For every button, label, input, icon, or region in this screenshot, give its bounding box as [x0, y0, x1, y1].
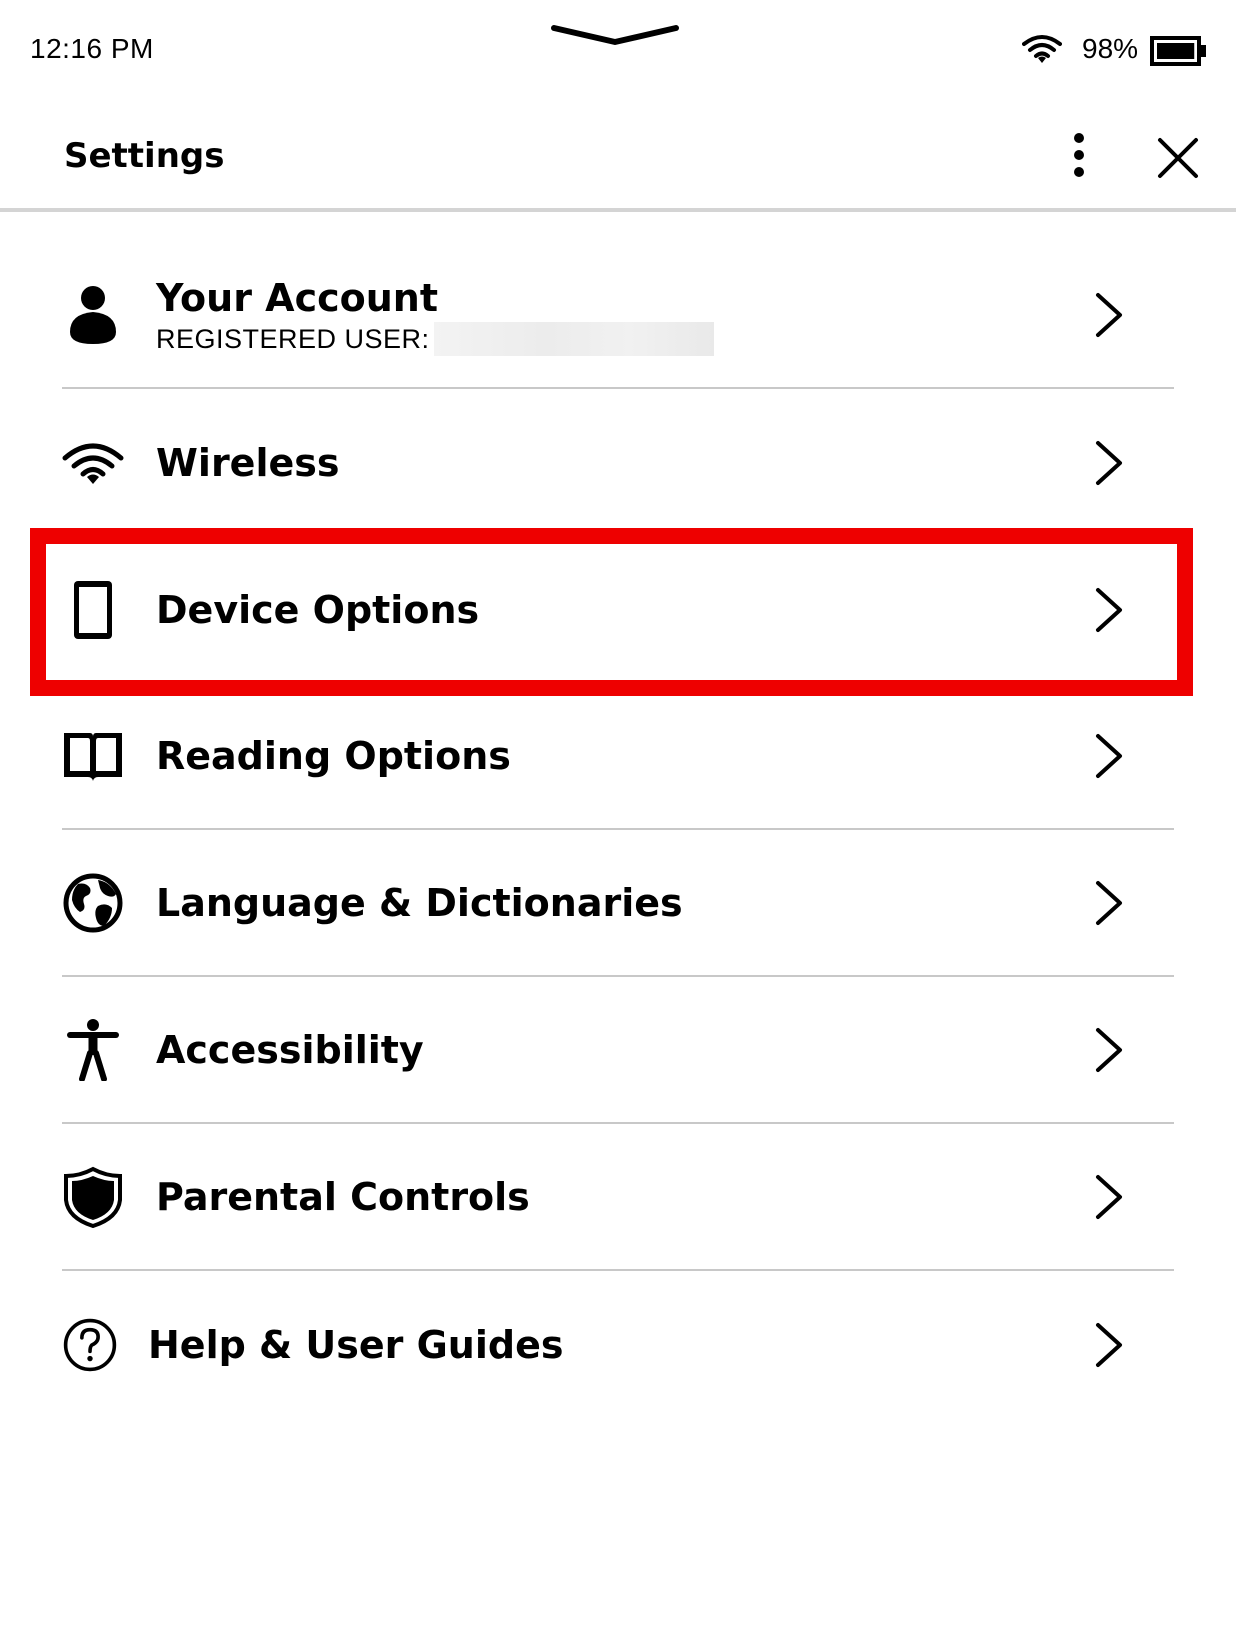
setting-device-options[interactable]: Device Options — [62, 536, 1174, 683]
wifi-icon — [62, 443, 124, 484]
setting-label: Reading Options — [156, 733, 511, 778]
more-vertical-icon[interactable] — [1058, 130, 1100, 180]
help-icon — [63, 1318, 117, 1371]
setting-language-dictionaries[interactable]: Language & Dictionaries — [62, 830, 1174, 977]
setting-label: Language & Dictionaries — [156, 880, 683, 925]
page-title: Settings — [64, 136, 225, 176]
accessibility-icon — [67, 1018, 119, 1081]
setting-label: Help & User Guides — [148, 1322, 564, 1367]
setting-label: Parental Controls — [156, 1174, 530, 1219]
registered-user-line: REGISTERED USER: — [156, 321, 714, 356]
registered-user-label: REGISTERED USER: — [156, 323, 430, 354]
status-bar: 12:16 PM 98% — [0, 0, 1236, 100]
battery-percent: 98% — [1082, 33, 1139, 64]
setting-text: Accessibility — [156, 1026, 424, 1074]
setting-text: Wireless — [156, 439, 340, 487]
setting-text: Language & Dictionaries — [156, 879, 683, 927]
setting-accessibility[interactable]: Accessibility — [62, 977, 1174, 1124]
setting-help-user-guides[interactable]: Help & User Guides — [62, 1271, 1174, 1418]
setting-parental-controls[interactable]: Parental Controls — [62, 1124, 1174, 1271]
setting-wireless[interactable]: Wireless — [62, 389, 1174, 536]
shield-icon — [64, 1166, 122, 1228]
setting-label: Accessibility — [156, 1027, 424, 1072]
settings-list: Your Account REGISTERED USER: Wireless D… — [0, 242, 1236, 1418]
setting-your-account[interactable]: Your Account REGISTERED USER: — [62, 242, 1174, 389]
setting-reading-options[interactable]: Reading Options — [62, 683, 1174, 830]
setting-text: Parental Controls — [156, 1173, 530, 1221]
device-icon — [74, 580, 112, 639]
status-time: 12:16 PM — [30, 33, 154, 64]
setting-label: Wireless — [156, 440, 340, 485]
chevron-right-icon — [1096, 1322, 1122, 1367]
person-icon — [70, 285, 116, 344]
chevron-right-icon — [1096, 733, 1122, 778]
book-icon — [64, 732, 122, 781]
chevron-right-icon — [1096, 292, 1122, 337]
chevron-right-icon — [1096, 1027, 1122, 1072]
chevron-right-icon — [1096, 880, 1122, 925]
chevron-right-icon — [1096, 440, 1122, 485]
setting-label: Your Account — [156, 275, 438, 320]
close-icon[interactable] — [1152, 132, 1204, 184]
globe-icon — [63, 873, 123, 932]
pulldown-handle-icon[interactable] — [550, 20, 680, 50]
wifi-icon — [1022, 35, 1062, 63]
setting-label: Device Options — [156, 587, 480, 632]
setting-text: Help & User Guides — [148, 1321, 563, 1369]
redacted-username — [433, 321, 714, 356]
battery-icon — [1150, 36, 1206, 66]
setting-text: Device Options — [156, 586, 479, 634]
chevron-right-icon — [1096, 1174, 1122, 1219]
chevron-right-icon — [1096, 587, 1122, 632]
settings-header: Settings — [0, 100, 1236, 212]
setting-text: Reading Options — [156, 732, 511, 780]
setting-text: Your Account REGISTERED USER: — [156, 274, 714, 356]
